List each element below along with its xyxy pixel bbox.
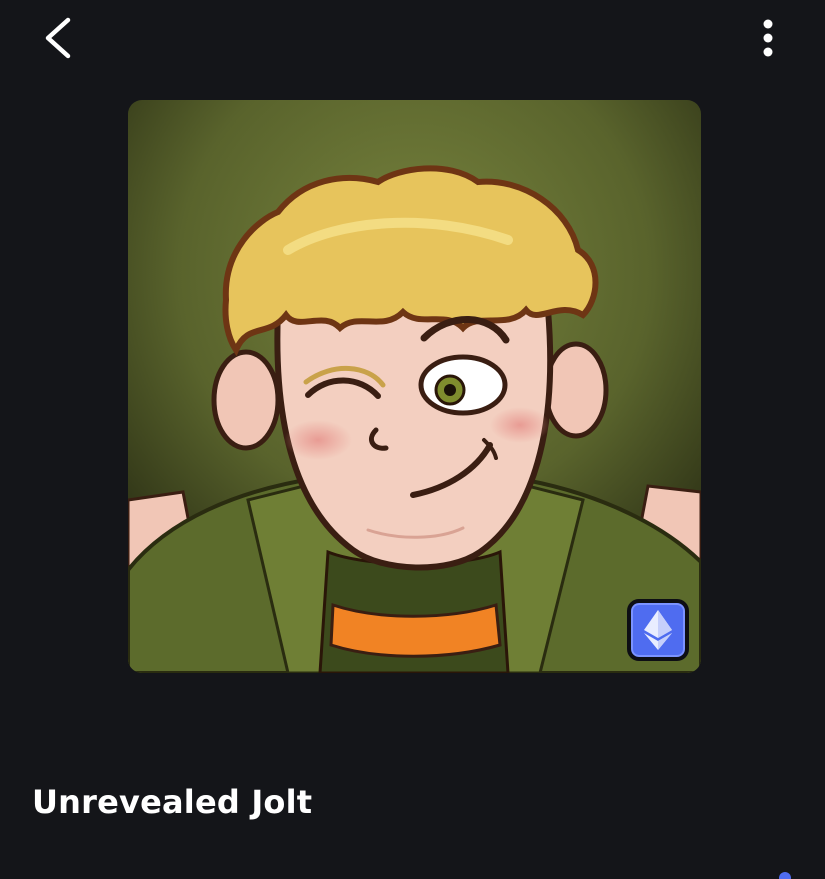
more-options-button[interactable] bbox=[748, 14, 788, 62]
back-button[interactable] bbox=[30, 12, 86, 64]
chain-badge bbox=[627, 599, 689, 661]
chevron-left-icon bbox=[45, 17, 71, 59]
nft-title: Unrevealed Jolt bbox=[32, 783, 313, 821]
vertical-dots-icon bbox=[763, 19, 773, 57]
partial-badge bbox=[779, 872, 791, 879]
ethereum-icon bbox=[644, 610, 672, 650]
nft-artwork bbox=[128, 100, 701, 673]
nft-detail-screen: Unrevealed Jolt bbox=[0, 0, 825, 879]
nft-image[interactable] bbox=[128, 100, 701, 673]
